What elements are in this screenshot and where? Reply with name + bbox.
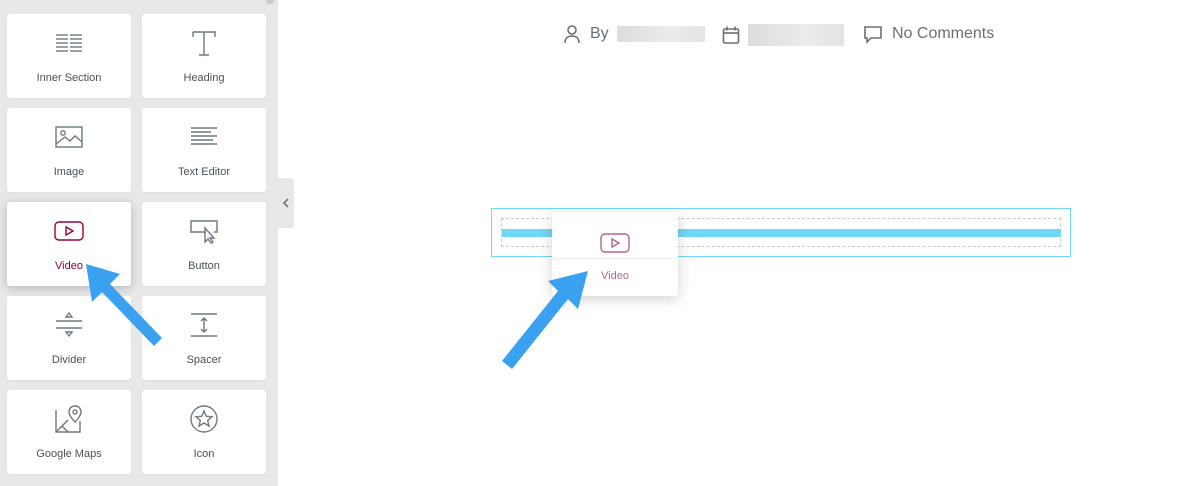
widget-inner-section[interactable]: Inner Section	[7, 14, 131, 98]
widget-label: Divider	[51, 354, 87, 366]
button-icon	[142, 216, 266, 246]
widget-label: Inner Section	[36, 72, 102, 84]
video-icon	[552, 228, 678, 258]
widget-heading[interactable]: Heading	[142, 14, 266, 98]
widget-google-maps[interactable]: Google Maps	[7, 390, 131, 474]
author-name-redacted	[616, 26, 705, 42]
post-date	[722, 24, 844, 46]
google-maps-icon	[7, 404, 131, 434]
inner-section-icon	[7, 28, 131, 58]
star-icon	[142, 404, 266, 434]
author-prefix: By	[590, 25, 609, 42]
user-icon	[564, 25, 580, 44]
arrow-pointer-icon	[86, 264, 162, 346]
comment-icon	[864, 26, 882, 44]
widget-label: Spacer	[186, 354, 222, 366]
widget-label: Text Editor	[178, 166, 230, 178]
calendar-icon	[722, 26, 740, 44]
chevron-left-icon	[282, 198, 289, 208]
editor-page: Inner Section Heading Image Text Editor …	[0, 0, 1188, 486]
post-date-redacted	[748, 24, 844, 46]
widget-label: Heading	[183, 72, 225, 84]
comments-label: No Comments	[892, 25, 995, 42]
ghost-divider	[552, 258, 678, 259]
widget-text-editor[interactable]: Text Editor	[142, 108, 266, 192]
text-editor-icon	[142, 122, 266, 152]
widget-label: Image	[53, 166, 85, 178]
post-author[interactable]: By	[563, 24, 705, 44]
widget-label: Google Maps	[36, 448, 102, 460]
panel-scrollbar[interactable]	[266, 0, 274, 4]
widget-label: Icon	[193, 448, 215, 460]
video-icon	[7, 216, 131, 246]
widget-image[interactable]: Image	[7, 108, 131, 192]
post-comments-link[interactable]: No Comments	[863, 24, 994, 44]
widgets-panel: Inner Section Heading Image Text Editor …	[0, 0, 278, 486]
collapse-panel-button[interactable]	[278, 178, 294, 228]
heading-icon	[142, 28, 266, 58]
widget-icon[interactable]: Icon	[142, 390, 266, 474]
image-icon	[7, 122, 131, 152]
arrow-pointer-icon	[502, 271, 588, 369]
